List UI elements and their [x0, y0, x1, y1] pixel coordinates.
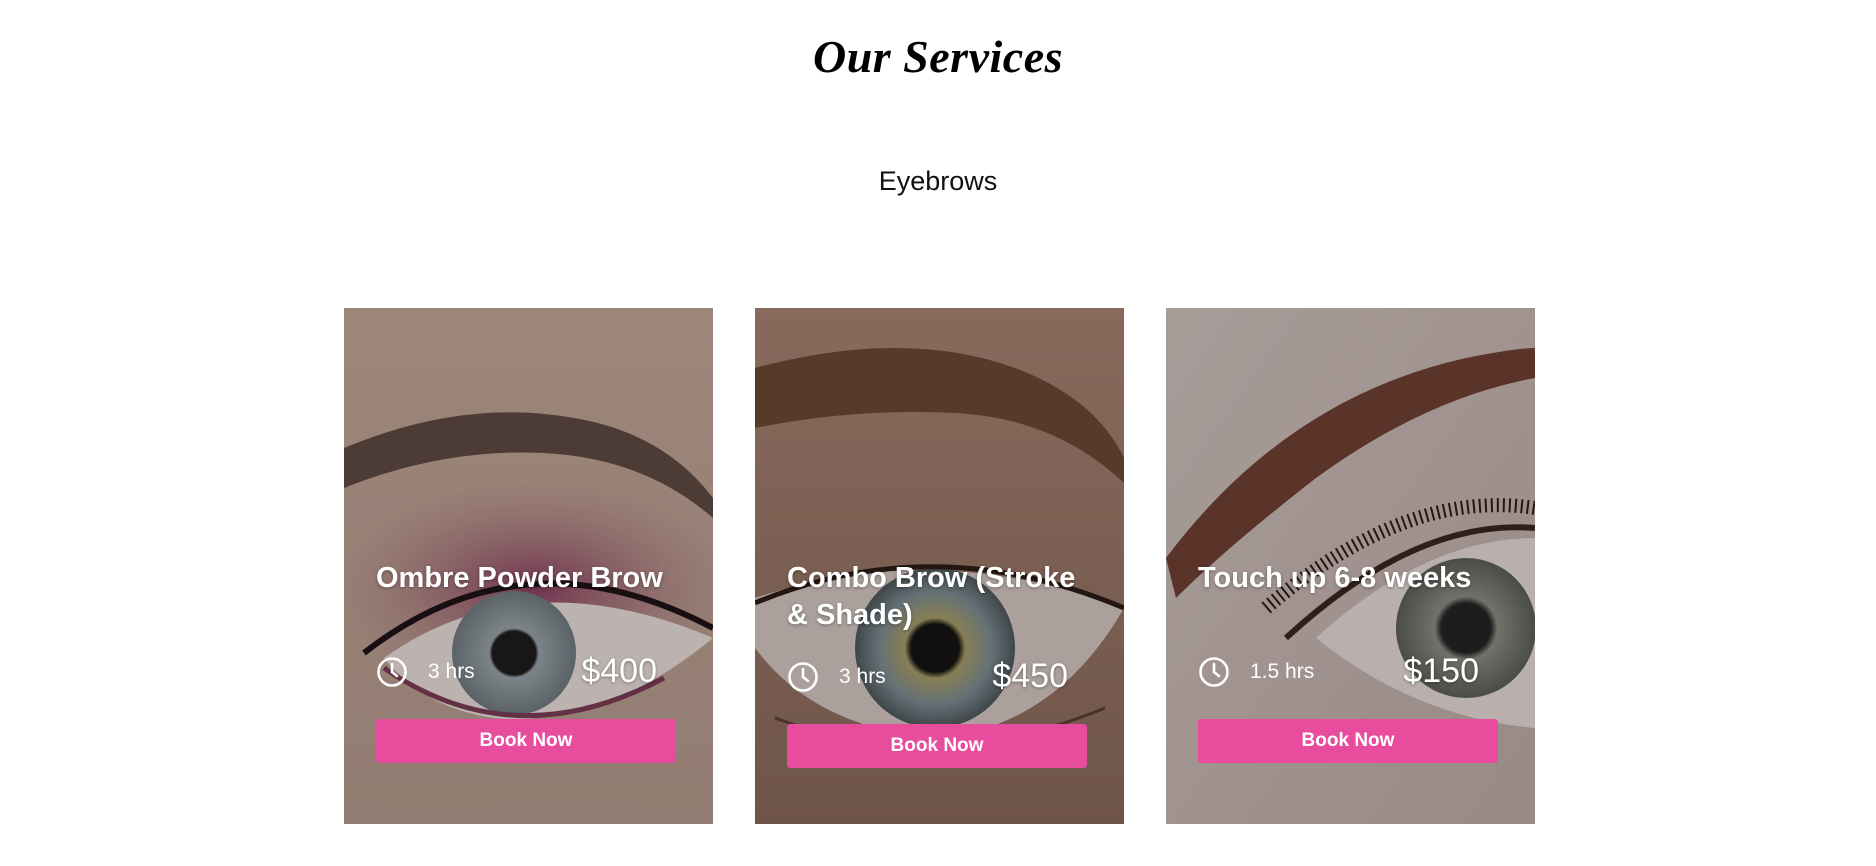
clock-icon — [1198, 656, 1230, 688]
book-now-button[interactable]: Book Now — [376, 719, 676, 763]
service-meta: 1.5 hrs $150 — [1198, 652, 1479, 691]
section-title: Our Services — [812, 31, 1064, 82]
category-label: Eyebrows — [878, 166, 998, 196]
clock-icon — [376, 656, 408, 688]
service-duration: 3 hrs — [428, 659, 475, 683]
book-now-button[interactable]: Book Now — [1198, 719, 1498, 763]
service-duration: 3 hrs — [839, 664, 886, 688]
service-title: Touch up 6-8 weeks — [1198, 562, 1472, 594]
service-price: $450 — [992, 657, 1068, 695]
service-title: Ombre Powder Brow — [376, 562, 663, 594]
service-price: $400 — [581, 652, 657, 690]
service-card: Touch up 6-8 weeks 1.5 hrs $150 Book Now — [1166, 308, 1535, 824]
service-card-list: Ombre Powder Brow 3 hrs $400 Book Now Co… — [344, 308, 1535, 824]
service-meta: 3 hrs $400 — [376, 652, 657, 691]
service-title: Combo Brow (Stroke & Shade) — [787, 562, 1076, 631]
services-page: Our Services Eyebrows Ombre Powder Brow … — [0, 0, 1876, 866]
book-now-button[interactable]: Book Now — [787, 724, 1087, 768]
service-card: Combo Brow (Stroke & Shade) 3 hrs $450 B… — [755, 308, 1124, 824]
service-card: Ombre Powder Brow 3 hrs $400 Book Now — [344, 308, 713, 824]
service-duration: 1.5 hrs — [1250, 659, 1315, 683]
service-price: $150 — [1403, 652, 1479, 690]
clock-icon — [787, 661, 819, 693]
service-meta: 3 hrs $450 — [787, 657, 1068, 696]
